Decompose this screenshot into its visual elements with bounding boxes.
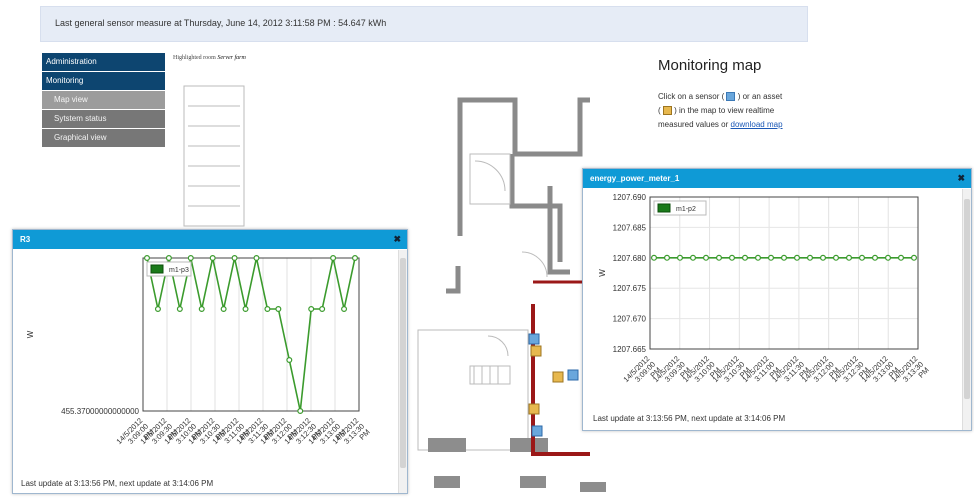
data-point [286, 356, 293, 363]
y-tick-label: 1207.685 [613, 223, 647, 232]
sensor-chart-r3: 455.37000000000000W14/5/20123:09:00PM14/… [26, 254, 372, 457]
popup-titlebar[interactable]: R3 ✖ [13, 230, 407, 249]
popup-scrollbar[interactable] [398, 250, 407, 493]
data-point [341, 305, 348, 312]
y-axis-label: W [26, 330, 35, 338]
popup-titlebar[interactable]: energy_power_meter_1 ✖ [583, 169, 971, 188]
data-point [885, 254, 892, 261]
banner-text: Last general sensor measure at Thursday,… [55, 18, 387, 28]
data-point [794, 254, 801, 261]
data-point [676, 254, 683, 261]
sensor-chart-energy-meter: 1207.665 1207.670 1207.675 1207.680 1207.685… [598, 193, 931, 395]
legend-swatch [657, 203, 671, 213]
data-point [176, 305, 183, 312]
data-point [154, 305, 161, 312]
y-tick-label: 455.37000000000000 [61, 407, 139, 416]
scrollbar-thumb[interactable] [964, 199, 970, 399]
sidebar: Administration Monitoring Map view Sytst… [42, 53, 165, 148]
plot-frame [649, 196, 919, 350]
data-point [144, 254, 151, 262]
legend-label: m1-p2 [676, 206, 696, 213]
y-tick-label: 1207.665 [613, 345, 647, 354]
data-point [663, 254, 670, 261]
data-point [689, 254, 696, 261]
data-point [833, 254, 840, 261]
data-point [231, 254, 238, 262]
highlighted-room-label: Highlighted room Server farm [173, 55, 246, 61]
data-point [165, 254, 172, 262]
highlighted-room-caption: Highlighted room [173, 55, 216, 61]
data-point [716, 254, 723, 261]
help-text-part-3: ( [658, 106, 661, 115]
data-point [729, 254, 736, 261]
popup-title: R3 [20, 235, 31, 244]
y-axis-label: W [598, 269, 607, 277]
popup-title: energy_power_meter_1 [590, 174, 680, 183]
legend-label: m1-p3 [169, 267, 189, 274]
data-point [220, 305, 227, 312]
data-point [264, 305, 271, 312]
x-tick-label: 14/5/20123:13:30PM [889, 354, 930, 395]
last-update-text: Last update at 3:13:56 PM, next update a… [21, 479, 214, 488]
data-point [319, 305, 326, 312]
data-point [755, 254, 762, 261]
sidebar-item-administration[interactable]: Administration [42, 53, 165, 71]
map-help-text: Click on a sensor ( ) or an asset ( ) in… [658, 90, 808, 132]
sidebar-item-graphical-view[interactable]: Graphical view [42, 129, 165, 147]
data-point [650, 254, 657, 261]
data-point [898, 254, 905, 261]
sidebar-item-system-status[interactable]: Sytstem status [42, 110, 165, 128]
data-point [242, 305, 249, 312]
close-icon[interactable]: ✖ [957, 169, 965, 188]
data-point [702, 254, 709, 261]
sidebar-item-monitoring[interactable]: Monitoring [42, 72, 165, 90]
legend-swatch [150, 264, 164, 274]
data-point [198, 305, 205, 312]
data-point [859, 254, 866, 261]
y-tick-label: 1207.670 [613, 315, 647, 324]
download-map-link[interactable]: download map [731, 120, 783, 129]
help-text-part-1: Click on a sensor ( [658, 92, 725, 101]
data-point [275, 305, 282, 312]
page-title: Monitoring map [658, 57, 762, 74]
close-icon[interactable]: ✖ [393, 230, 401, 249]
sensor-icon[interactable] [528, 333, 579, 437]
data-point [872, 254, 879, 261]
data-point [742, 254, 749, 261]
data-point [846, 254, 853, 261]
sensor-icon [726, 92, 736, 102]
data-point [187, 254, 194, 262]
data-point [352, 254, 359, 262]
data-point [253, 254, 260, 262]
last-update-text: Last update at 3:13:56 PM, next update a… [593, 414, 786, 423]
data-point [820, 254, 827, 261]
sidebar-item-map-view[interactable]: Map view [42, 91, 165, 109]
asset-icon [662, 106, 672, 116]
y-tick-label: 1207.690 [613, 193, 647, 202]
scrollbar-thumb[interactable] [400, 258, 406, 468]
data-point [911, 254, 918, 261]
y-tick-label: 1207.680 [613, 254, 647, 263]
data-point [308, 305, 315, 312]
data-point [297, 408, 304, 415]
y-tick-label: 1207.675 [613, 284, 647, 293]
data-point [781, 254, 788, 261]
highlighted-room-name: Server farm [217, 55, 246, 61]
data-point [807, 254, 814, 261]
data-point [209, 254, 216, 262]
sensor-popup-energy-meter[interactable]: energy_power_meter_1 ✖ 1207.665 1207.670 1… [582, 168, 972, 431]
series-line [146, 257, 356, 412]
status-banner: Last general sensor measure at Thursday,… [40, 6, 808, 42]
x-tick-label: 14/5/20123:13:30PM [330, 416, 371, 457]
popup-scrollbar[interactable] [962, 189, 971, 430]
help-text-part-2: ) or an asset [737, 92, 783, 101]
data-point [768, 254, 775, 261]
sensor-popup-r3[interactable]: R3 ✖ 455.37000000000000 W 14/5/20123:09:00… [12, 229, 408, 494]
data-point [330, 254, 337, 262]
